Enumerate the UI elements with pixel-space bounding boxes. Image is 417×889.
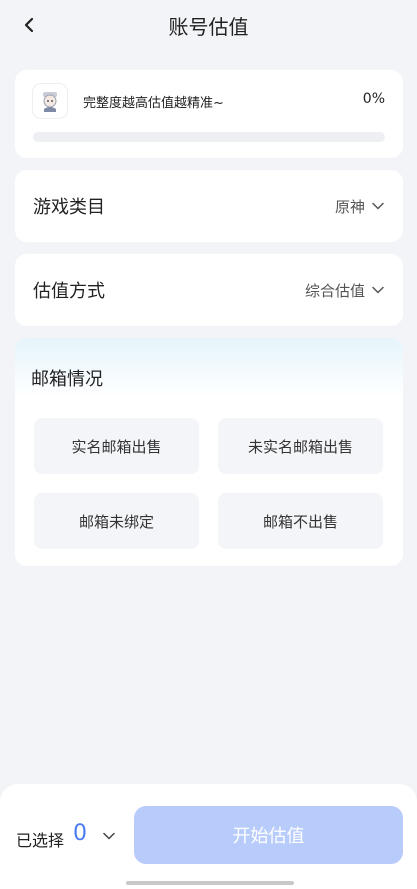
selected-expand-chevron-icon[interactable] bbox=[100, 827, 118, 845]
valuation-method-row[interactable]: 估值方式 综合估值 bbox=[15, 254, 403, 326]
chevron-down-icon bbox=[371, 283, 385, 297]
page-title: 账号估值 bbox=[168, 15, 249, 39]
chevron-down-icon bbox=[371, 199, 385, 213]
game-category-row[interactable]: 游戏类目 原神 bbox=[15, 170, 403, 242]
game-avatar bbox=[33, 84, 67, 118]
valuation-method-label: 估值方式 bbox=[33, 281, 105, 302]
mailbox-title: 邮箱情况 bbox=[31, 369, 103, 390]
mailbox-option-real-name-sale[interactable]: 实名邮箱出售 bbox=[34, 418, 199, 474]
selected-count: 0 bbox=[73, 821, 87, 846]
completeness-percent: 0% bbox=[362, 91, 385, 107]
mailbox-option-unbound[interactable]: 邮箱未绑定 bbox=[34, 493, 199, 549]
valuation-method-value: 综合估值 bbox=[304, 281, 365, 300]
game-category-value: 原神 bbox=[334, 197, 365, 216]
header-bar: 账号估值 bbox=[0, 0, 417, 52]
start-valuation-button[interactable]: 开始估值 bbox=[134, 806, 403, 864]
selected-label: 已选择 bbox=[16, 831, 65, 850]
mailbox-card: 邮箱情况 实名邮箱出售 未实名邮箱出售 邮箱未绑定 邮箱不出售 bbox=[15, 338, 403, 566]
bottom-action-bar: 已选择 0 开始估值 bbox=[0, 784, 417, 889]
home-indicator bbox=[126, 881, 294, 885]
game-character-icon bbox=[43, 92, 57, 112]
completeness-card: 完整度越高估值越精准~ 0% bbox=[15, 70, 403, 158]
game-category-value-wrap: 原神 bbox=[335, 196, 385, 217]
game-category-label: 游戏类目 bbox=[33, 197, 105, 218]
completeness-progress-bar bbox=[33, 132, 385, 142]
mailbox-option-not-for-sale[interactable]: 邮箱不出售 bbox=[218, 493, 383, 549]
completeness-hint: 完整度越高估值越精准~ bbox=[83, 96, 224, 111]
mailbox-option-unverified-sale[interactable]: 未实名邮箱出售 bbox=[218, 418, 383, 474]
valuation-method-value-wrap: 综合估值 bbox=[305, 280, 385, 301]
